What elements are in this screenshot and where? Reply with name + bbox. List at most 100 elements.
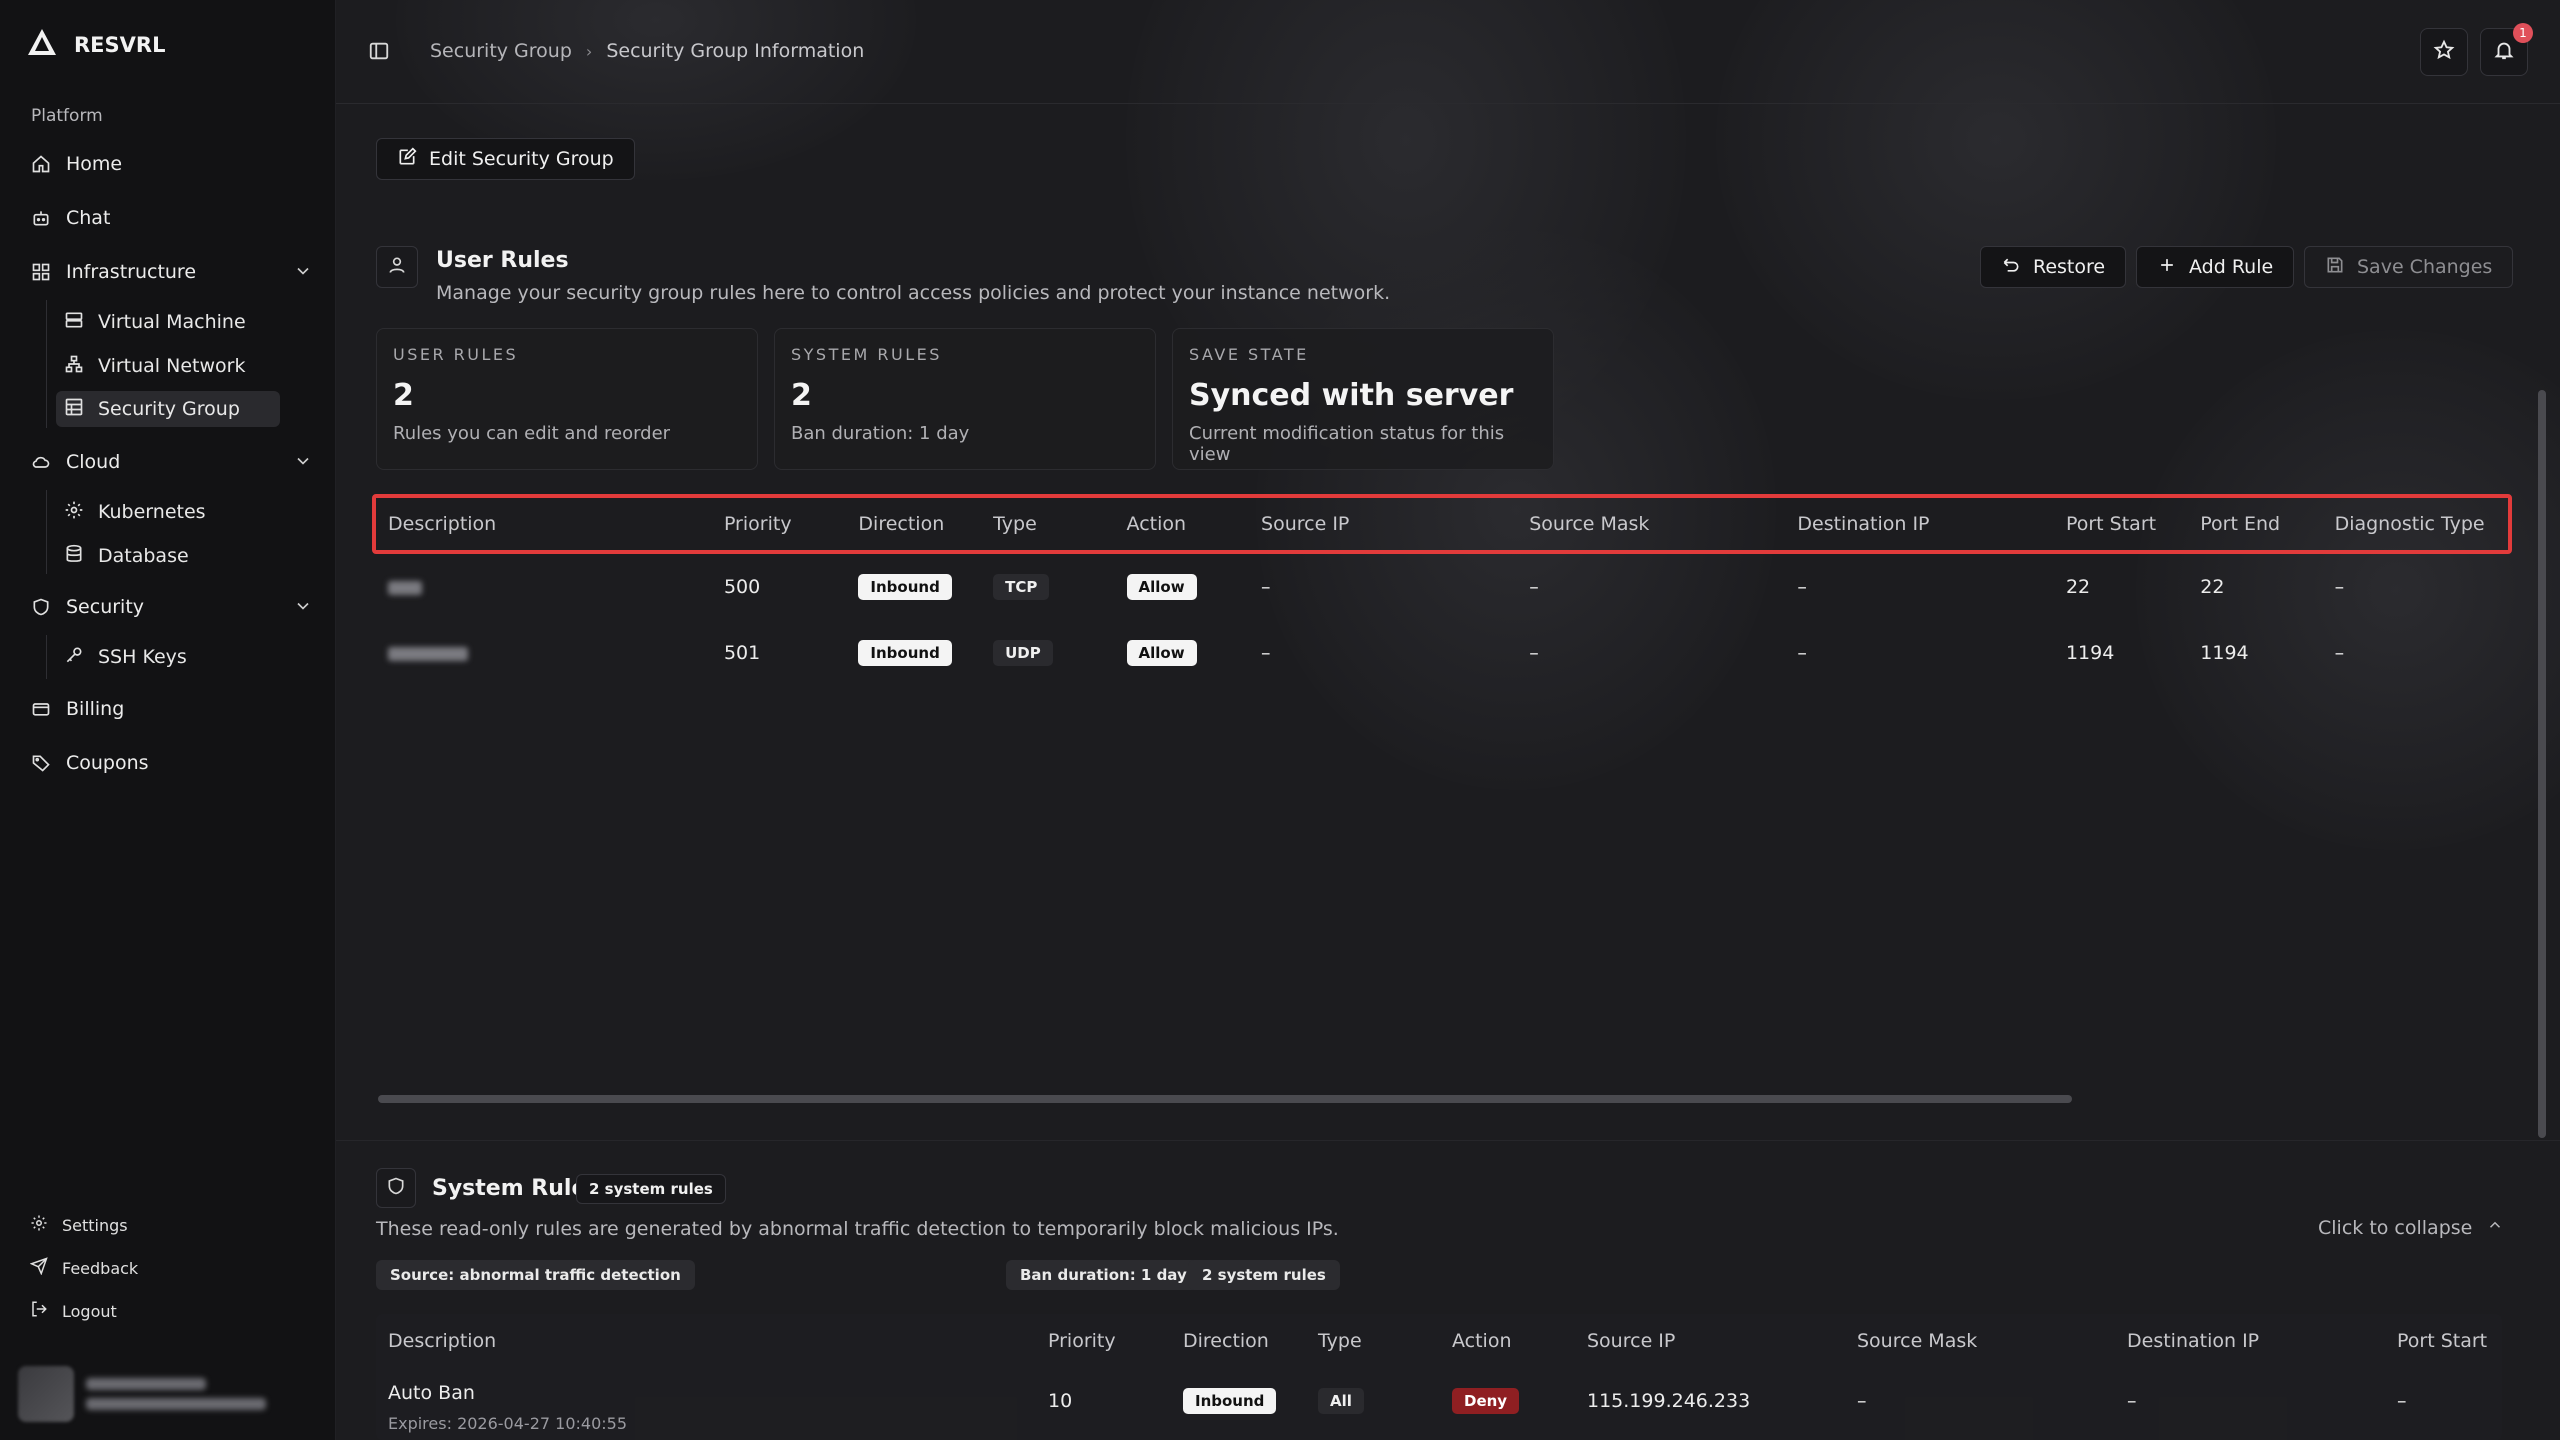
- sidebar-item-label: Home: [66, 153, 123, 175]
- feedback-link[interactable]: Feedback: [29, 1257, 138, 1279]
- shield-icon: [386, 1176, 406, 1200]
- edit-icon: [397, 146, 417, 172]
- sidebar-item-ssh-keys[interactable]: SSH Keys: [56, 639, 280, 675]
- logout-label: Logout: [62, 1301, 117, 1321]
- stat-card-save-state: SAVE STATE Synced with server Current mo…: [1172, 328, 1554, 470]
- rule-description-redacted: [376, 620, 712, 686]
- stat-value: 2: [791, 378, 812, 413]
- sidebar-subtree-line: [46, 300, 47, 428]
- sidebar-subtree-line: [46, 490, 47, 574]
- column-header[interactable]: Source IP: [1575, 1314, 1845, 1368]
- system-rule-description-cell: Auto Ban Expires: 2026-04-27 10:40:55: [376, 1368, 1036, 1434]
- server-icon: [64, 310, 84, 335]
- table-row[interactable]: 501 Inbound UDP Allow – – – 1194 1194 –: [376, 620, 2502, 686]
- rule-port-end: 22: [2200, 576, 2225, 598]
- table-row[interactable]: 500 Inbound TCP Allow – – – 22 22 –: [376, 554, 2502, 620]
- stat-card-system-rules: SYSTEM RULES 2 Ban duration: 1 day: [774, 328, 1156, 470]
- horizontal-scrollbar[interactable]: [378, 1095, 2072, 1103]
- direction-badge: Inbound: [858, 640, 952, 666]
- column-header[interactable]: Destination IP: [2115, 1314, 2385, 1368]
- sidebar: RESVRL Platform Home Chat Infrastructure: [0, 0, 336, 1440]
- sidebar-item-cloud[interactable]: Cloud: [30, 444, 315, 480]
- chevron-up-icon: [2486, 1216, 2504, 1239]
- column-header[interactable]: Description: [376, 1314, 1036, 1368]
- system-rule-source-ip: 115.199.246.233: [1587, 1390, 1751, 1412]
- notifications-button[interactable]: 1: [2480, 23, 2533, 76]
- rule-destination-ip: –: [1797, 642, 1807, 664]
- collapse-toggle[interactable]: Click to collapse: [2318, 1216, 2504, 1239]
- brand[interactable]: RESVRL: [26, 26, 165, 63]
- edit-security-group-button[interactable]: Edit Security Group: [376, 138, 635, 180]
- settings-link[interactable]: Settings: [30, 1214, 128, 1236]
- restore-label: Restore: [2033, 256, 2106, 278]
- sidebar-item-database[interactable]: Database: [56, 538, 280, 574]
- settings-label: Settings: [62, 1215, 128, 1235]
- sidebar-item-label: Cloud: [66, 451, 121, 473]
- breadcrumb-parent[interactable]: Security Group: [430, 40, 572, 62]
- home-icon: [30, 153, 52, 175]
- sidebar-subtree-line: [46, 635, 47, 679]
- rule-type-cell: TCP: [981, 554, 1114, 620]
- chevron-down-icon[interactable]: [293, 451, 315, 473]
- restore-button[interactable]: Restore: [1980, 246, 2127, 288]
- send-icon: [29, 1257, 48, 1279]
- sidebar-item-infrastructure[interactable]: Infrastructure: [30, 254, 315, 290]
- column-header[interactable]: Direction: [1171, 1314, 1306, 1368]
- sidebar-toggle-icon[interactable]: [368, 40, 390, 62]
- save-icon: [2325, 255, 2345, 280]
- sidebar-item-billing[interactable]: Billing: [30, 691, 315, 727]
- app-root: RESVRL Platform Home Chat Infrastructure: [0, 0, 2560, 1440]
- sidebar-item-virtual-network[interactable]: Virtual Network: [56, 348, 280, 384]
- save-changes-button[interactable]: Save Changes: [2304, 246, 2514, 288]
- shield-icon: [30, 596, 52, 618]
- logout-icon: [30, 1300, 48, 1322]
- user-rules-description: Manage your security group rules here to…: [436, 282, 1391, 304]
- direction-badge: Inbound: [1183, 1388, 1277, 1414]
- sidebar-item-home[interactable]: Home: [30, 146, 315, 182]
- vertical-scrollbar[interactable]: [2538, 390, 2546, 1138]
- type-badge: TCP: [993, 574, 1050, 600]
- rule-direction-cell: Inbound: [846, 554, 981, 620]
- chevron-down-icon[interactable]: [293, 596, 315, 618]
- add-rule-label: Add Rule: [2189, 256, 2274, 278]
- breadcrumb-current: Security Group Information: [606, 40, 865, 62]
- user-profile[interactable]: [18, 1366, 266, 1422]
- system-rule-destination-ip: –: [2127, 1390, 2137, 1412]
- chevron-down-icon[interactable]: [293, 261, 315, 283]
- stat-label: SYSTEM RULES: [791, 345, 942, 364]
- system-rules-table: Description Priority Direction Type Acti…: [376, 1314, 2502, 1434]
- rule-priority: 501: [723, 642, 761, 664]
- system-rules-table-container: Description Priority Direction Type Acti…: [376, 1314, 2502, 1440]
- notification-badge: 1: [2513, 23, 2533, 43]
- rule-description-redacted: [376, 554, 712, 620]
- user-rules-table-container: Description Priority Direction Type Acti…: [376, 494, 2502, 1106]
- rule-port-start: 1194: [2065, 642, 2115, 664]
- column-header[interactable]: Source Mask: [1845, 1314, 2115, 1368]
- action-badge: Allow: [1126, 574, 1197, 600]
- column-header[interactable]: Port Start: [2385, 1314, 2502, 1368]
- sidebar-item-chat[interactable]: Chat: [30, 200, 315, 236]
- sidebar-item-virtual-machine[interactable]: Virtual Machine: [56, 304, 280, 340]
- sidebar-item-coupons[interactable]: Coupons: [30, 745, 315, 781]
- sidebar-item-kubernetes[interactable]: Kubernetes: [56, 494, 280, 530]
- sidebar-item-security-group[interactable]: Security Group: [56, 391, 280, 427]
- column-header[interactable]: Action: [1440, 1314, 1575, 1368]
- system-rules-title: System Rules: [432, 1176, 600, 1201]
- favorite-button[interactable]: [2420, 28, 2468, 76]
- stat-label: SAVE STATE: [1189, 345, 1309, 364]
- type-badge: UDP: [993, 640, 1053, 666]
- column-header[interactable]: Type: [1306, 1314, 1440, 1368]
- column-header[interactable]: Priority: [1036, 1314, 1171, 1368]
- logout-link[interactable]: Logout: [30, 1300, 117, 1322]
- sidebar-item-label: Security Group: [98, 398, 240, 420]
- network-icon: [64, 354, 84, 379]
- rule-direction-cell: Inbound: [846, 620, 981, 686]
- user-rules-title: User Rules: [436, 248, 569, 273]
- grid-icon: [30, 261, 52, 283]
- chat-bot-icon: [30, 207, 52, 229]
- info-chip: Source: abnormal traffic detection: [376, 1260, 695, 1290]
- sidebar-item-security[interactable]: Security: [30, 589, 315, 625]
- add-rule-button[interactable]: Add Rule: [2136, 246, 2295, 288]
- action-badge: Allow: [1126, 640, 1197, 666]
- undo-icon: [2001, 255, 2021, 280]
